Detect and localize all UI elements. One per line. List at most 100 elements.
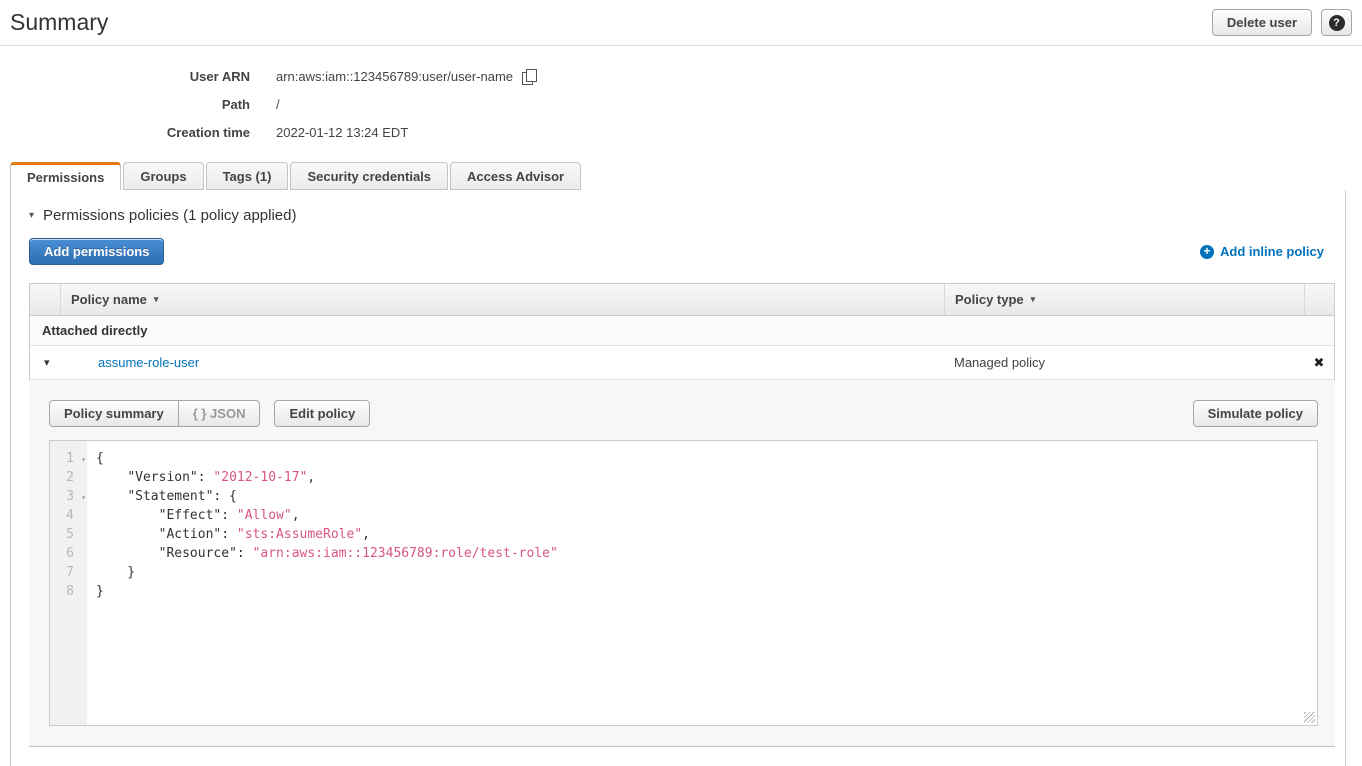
policy-name-header-label: Policy name xyxy=(71,292,147,307)
code-token: , xyxy=(292,508,300,523)
table-row: ▾ assume-role-user Managed policy ✖ xyxy=(30,346,1334,380)
code-token xyxy=(96,470,127,485)
user-details: User ARN arn:aws:iam::123456789:user/user… xyxy=(0,46,1362,146)
plus-circle-icon: + xyxy=(1200,245,1214,259)
code-token: "Allow" xyxy=(237,508,292,523)
code-token xyxy=(96,546,159,561)
policy-view-buttons: Policy summary { } JSON Edit policy xyxy=(49,400,370,427)
row-collapse-icon[interactable]: ▾ xyxy=(44,356,50,369)
line-number: 2 xyxy=(50,468,87,487)
header-actions: Delete user ? xyxy=(1212,9,1352,36)
detail-value: arn:aws:iam::123456789:user/user-name xyxy=(276,69,537,84)
code-token: { xyxy=(96,451,104,466)
detail-row: User ARN arn:aws:iam::123456789:user/user… xyxy=(0,62,1362,90)
code-token: : xyxy=(198,470,214,485)
tab-groups[interactable]: Groups xyxy=(123,162,203,190)
edit-policy-button[interactable]: Edit policy xyxy=(274,400,370,427)
table-header-policy-type[interactable]: Policy type ▾ xyxy=(944,284,1304,315)
add-inline-policy-link[interactable]: + Add inline policy xyxy=(1200,244,1324,259)
code-token: "Effect" xyxy=(159,508,222,523)
code-token: "Action" xyxy=(159,527,222,542)
table-group-row: Attached directly xyxy=(30,316,1334,346)
attached-policies-table: Policy name ▾ Policy type ▾ Attached dir… xyxy=(29,283,1335,380)
code-line: "Effect": "Allow", xyxy=(96,506,1317,525)
table-body: ▾ assume-role-user Managed policy ✖ xyxy=(30,346,1334,380)
permissions-tab-panel: ▾ Permissions policies (1 policy applied… xyxy=(10,190,1346,766)
add-inline-policy-label: Add inline policy xyxy=(1220,244,1324,259)
policy-type-header-label: Policy type xyxy=(955,292,1024,307)
code-token xyxy=(96,508,159,523)
code-token: "2012-10-17" xyxy=(213,470,307,485)
detail-value: 2022-01-12 13:24 EDT xyxy=(276,125,408,140)
policy-type-cell: Managed policy xyxy=(944,346,1304,379)
policy-name-link[interactable]: assume-role-user xyxy=(98,355,199,370)
code-token xyxy=(96,489,127,504)
tab-access-advisor[interactable]: Access Advisor xyxy=(450,162,581,190)
code-line: { xyxy=(96,449,1317,468)
detail-row: Path / xyxy=(0,90,1362,118)
tab-security-credentials[interactable]: Security credentials xyxy=(290,162,448,190)
collapse-caret-icon: ▾ xyxy=(29,210,34,221)
permissions-policies-heading[interactable]: ▾ Permissions policies (1 policy applied… xyxy=(11,190,1345,224)
policy-detail-buttons: Policy summary { } JSON Edit policy Simu… xyxy=(49,400,1318,427)
code-token: : xyxy=(237,546,253,561)
detail-label: Path xyxy=(0,97,250,112)
tab-permissions[interactable]: Permissions xyxy=(10,162,121,190)
remove-cell: ✖ xyxy=(1304,346,1334,379)
policy-name-cell: assume-role-user xyxy=(60,346,944,379)
section-heading-label: Permissions policies (1 policy applied) xyxy=(43,207,296,224)
code-token: } xyxy=(96,565,135,580)
delete-user-button[interactable]: Delete user xyxy=(1212,9,1312,36)
code-token: , xyxy=(362,527,370,542)
table-header-row: Policy name ▾ Policy type ▾ xyxy=(30,284,1334,316)
code-token: "arn:aws:iam::123456789:role/test-role" xyxy=(253,546,558,561)
policy-json-editor[interactable]: 1▾23▾45678 { "Version": "2012-10-17", "S… xyxy=(49,440,1318,726)
line-number: 3▾ xyxy=(50,487,87,506)
policy-view-toggle: Policy summary { } JSON xyxy=(49,400,260,427)
editor-gutter: 1▾23▾45678 xyxy=(50,441,87,725)
code-token: } xyxy=(96,584,104,599)
tab-bar: PermissionsGroupsTags (1)Security creden… xyxy=(10,162,1362,190)
table-header-policy-name[interactable]: Policy name ▾ xyxy=(60,284,944,315)
code-token: : { xyxy=(213,489,236,504)
detail-label: User ARN xyxy=(0,69,250,84)
line-number: 5 xyxy=(50,525,87,544)
help-button[interactable]: ? xyxy=(1321,9,1352,36)
page-title: Summary xyxy=(10,9,108,36)
code-token: "Statement" xyxy=(127,489,213,504)
iam-user-summary-page: Summary Delete user ? User ARN arn:aws:ia… xyxy=(0,0,1362,766)
code-line: } xyxy=(96,582,1317,601)
code-line: "Statement": { xyxy=(96,487,1317,506)
editor-resize-handle[interactable] xyxy=(1304,712,1315,723)
code-token xyxy=(96,527,159,542)
remove-policy-icon[interactable]: ✖ xyxy=(1314,355,1325,371)
line-number: 6 xyxy=(50,544,87,563)
code-line: "Version": "2012-10-17", xyxy=(96,468,1317,487)
fold-caret-icon[interactable]: ▾ xyxy=(81,488,86,507)
detail-label: Creation time xyxy=(0,125,250,140)
code-token: , xyxy=(307,470,315,485)
json-view-button[interactable]: { } JSON xyxy=(178,400,261,427)
tab-tags-1[interactable]: Tags (1) xyxy=(206,162,289,190)
sort-caret-icon: ▾ xyxy=(154,294,159,305)
add-permissions-button[interactable]: Add permissions xyxy=(29,238,164,265)
code-token: : xyxy=(221,527,237,542)
table-header-expand xyxy=(30,284,60,315)
fold-caret-icon[interactable]: ▾ xyxy=(81,450,86,469)
simulate-policy-button[interactable]: Simulate policy xyxy=(1193,400,1318,427)
code-line: "Resource": "arn:aws:iam::123456789:role… xyxy=(96,544,1317,563)
policy-detail-panel: Policy summary { } JSON Edit policy Simu… xyxy=(29,380,1335,747)
code-line: } xyxy=(96,563,1317,582)
editor-code-area[interactable]: { "Version": "2012-10-17", "Statement": … xyxy=(87,441,1317,725)
help-icon: ? xyxy=(1329,15,1345,31)
code-token: : xyxy=(221,508,237,523)
code-token: "sts:AssumeRole" xyxy=(237,527,362,542)
expand-cell: ▾ xyxy=(30,346,60,379)
detail-value: / xyxy=(276,97,280,112)
page-header: Summary Delete user ? xyxy=(0,0,1362,46)
copy-icon[interactable] xyxy=(522,69,537,84)
line-number: 8 xyxy=(50,582,87,601)
sort-caret-icon: ▾ xyxy=(1031,294,1036,305)
policy-summary-button[interactable]: Policy summary xyxy=(49,400,179,427)
table-header-remove xyxy=(1304,284,1334,315)
